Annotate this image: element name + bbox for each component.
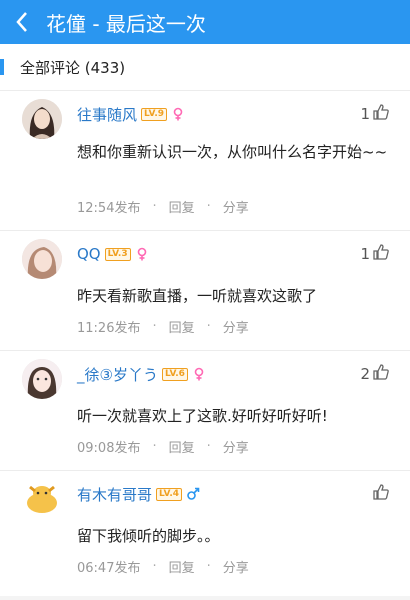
separator-dot: · <box>152 439 157 454</box>
reply-button[interactable]: 回复 <box>169 317 195 336</box>
bottom-divider <box>0 596 410 600</box>
share-button[interactable]: 分享 <box>223 197 249 216</box>
comment-meta: 12:54发布 · 回复 · 分享 <box>77 197 249 216</box>
comment-time: 06:47发布 <box>77 561 141 576</box>
like-button[interactable]: 2 <box>360 363 390 385</box>
female-icon <box>135 247 149 261</box>
username[interactable]: 有木有哥哥 <box>77 484 152 505</box>
comment-time: 12:54发布 <box>77 201 141 216</box>
comment-text: 留下我倾听的脚步。。 <box>77 527 220 545</box>
name-row: QQ LV.3 <box>77 243 149 265</box>
level-badge: LV.9 <box>141 107 167 121</box>
comment-text: 昨天看新歌直播，一听就喜欢这歌了 <box>77 287 318 305</box>
share-button[interactable]: 分享 <box>223 557 249 576</box>
back-icon[interactable] <box>0 0 44 44</box>
page-title: 花僮 - 最后这一次 <box>46 11 206 36</box>
share-button[interactable]: 分享 <box>223 437 249 456</box>
separator-dot: · <box>152 199 157 214</box>
female-icon <box>192 367 206 381</box>
username[interactable]: _徐③岁丫う <box>77 364 158 385</box>
avatar[interactable] <box>22 99 62 139</box>
like-count: 1 <box>360 245 370 263</box>
thumbs-up-icon <box>372 243 390 265</box>
top-bar: 花僮 - 最后这一次 <box>0 0 410 44</box>
female-icon <box>171 107 185 121</box>
username[interactable]: QQ <box>77 245 101 263</box>
like-button[interactable]: 1 <box>360 243 390 265</box>
separator-dot: · <box>206 439 211 454</box>
comment-text: 想和你重新认识一次，从你叫什么名字开始~~ <box>77 143 388 161</box>
thumbs-up-icon <box>372 483 390 505</box>
like-button[interactable]: 1 <box>360 103 390 125</box>
reply-button[interactable]: 回复 <box>169 437 195 456</box>
username[interactable]: 往事随风 <box>77 104 137 125</box>
separator-dot: · <box>206 559 211 574</box>
like-count: 2 <box>360 365 370 383</box>
male-icon <box>186 487 200 501</box>
avatar[interactable] <box>22 239 62 279</box>
comment-item: 往事随风 LV.9 1 想和你重新认识一次，从你叫什么名字开始~~ 12:54发… <box>0 90 410 216</box>
section-accent-bar <box>0 59 4 75</box>
level-badge: LV.3 <box>104 247 131 261</box>
comment-time: 11:26发布 <box>77 321 141 336</box>
avatar[interactable] <box>22 359 62 399</box>
name-row: 有木有哥哥 LV.4 <box>77 483 200 505</box>
avatar[interactable] <box>22 479 62 519</box>
section-title: 全部评论 (433) <box>20 58 126 77</box>
separator-dot: · <box>206 319 211 334</box>
level-badge: LV.6 <box>161 367 188 381</box>
separator-dot: · <box>152 559 157 574</box>
thumbs-up-icon <box>372 103 390 125</box>
reply-button[interactable]: 回复 <box>169 557 195 576</box>
level-badge: LV.4 <box>156 487 182 501</box>
like-button[interactable] <box>370 483 390 505</box>
comment-meta: 11:26发布 · 回复 · 分享 <box>77 317 249 336</box>
share-button[interactable]: 分享 <box>223 317 249 336</box>
like-count: 1 <box>360 105 370 123</box>
comment-time: 09:08发布 <box>77 441 141 456</box>
comment-item: QQ LV.3 1 昨天看新歌直播，一听就喜欢这歌了 11:26发布 · 回复 … <box>0 230 410 351</box>
comment-meta: 09:08发布 · 回复 · 分享 <box>77 437 249 456</box>
comment-item: _徐③岁丫う LV.6 2 听一次就喜欢上了这歌.好听好听好听! 09:08发布… <box>0 350 410 471</box>
name-row: 往事随风 LV.9 <box>77 103 185 125</box>
separator-dot: · <box>152 319 157 334</box>
comment-text: 听一次就喜欢上了这歌.好听好听好听! <box>77 407 328 425</box>
comments-section-header: 全部评论 (433) <box>0 44 410 90</box>
thumbs-up-icon <box>372 363 390 385</box>
name-row: _徐③岁丫う LV.6 <box>77 363 206 385</box>
comment-meta: 06:47发布 · 回复 · 分享 <box>77 557 249 576</box>
comment-item: 有木有哥哥 LV.4 留下我倾听的脚步。。 06:47发布 · 回复 · 分享 <box>0 470 410 597</box>
separator-dot: · <box>206 199 211 214</box>
reply-button[interactable]: 回复 <box>169 197 195 216</box>
